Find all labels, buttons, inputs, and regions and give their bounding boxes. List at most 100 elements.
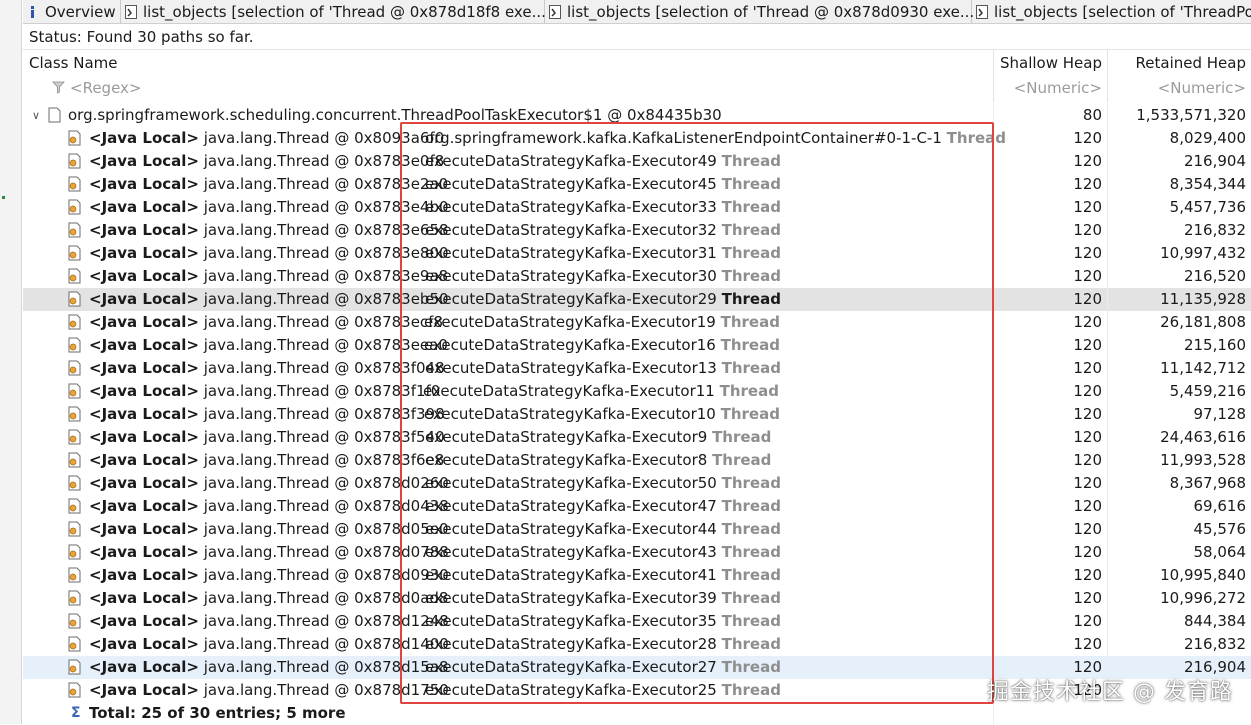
thread-name-text: executeDataStrategyKafka-Executor41: [425, 566, 717, 584]
thread-row[interactable]: <Java Local> java.lang.Thread @ 0x878d0a…: [23, 587, 1251, 610]
class-name-cell: <Java Local> java.lang.Thread @ 0x8783e0…: [23, 150, 994, 173]
retained-heap-cell: 8,367,968: [1169, 474, 1246, 492]
thread-kind: Thread: [720, 405, 780, 423]
tab-list-objects-1[interactable]: list_objects [selection of 'Thread @ 0x8…: [121, 0, 546, 23]
thread-name: executeDataStrategyKafka-Executor11 Thre…: [423, 380, 779, 403]
retained-heap-cell: 844,384: [1183, 612, 1246, 630]
shallow-heap-cell: 120: [994, 334, 1108, 357]
column-class-name[interactable]: Class Name <Regex>: [23, 50, 994, 103]
class-name-cell: <Java Local> java.lang.Thread @ 0x878d07…: [23, 541, 994, 564]
thread-row[interactable]: <Java Local> java.lang.Thread @ 0x8783f0…: [23, 357, 1251, 380]
thread-name: executeDataStrategyKafka-Executor25 Thre…: [425, 679, 781, 702]
total-label: Total: 25 of 30 entries; 5 more: [89, 704, 346, 722]
thread-row[interactable]: <Java Local> java.lang.Thread @ 0x8093a6…: [23, 127, 1251, 150]
object-address: java.lang.Thread @ 0x878d0788: [203, 543, 449, 561]
left-gutter: [0, 0, 22, 724]
thread-row[interactable]: <Java Local> java.lang.Thread @ 0x8783e0…: [23, 150, 1251, 173]
object-address: java.lang.Thread @ 0x8783f1f0: [203, 382, 441, 400]
tab-list-objects-2[interactable]: list_objects [selection of 'Thread @ 0x8…: [545, 0, 974, 23]
thread-kind: Thread: [719, 382, 779, 400]
retained-heap-filter[interactable]: <Numeric>: [1158, 79, 1246, 97]
retained-heap-cell: 11,993,528: [1160, 451, 1246, 469]
tab-list-objects-3[interactable]: list_objects [selection of 'ThreadPo: [972, 0, 1251, 23]
thread-row[interactable]: <Java Local> java.lang.Thread @ 0x8783f3…: [23, 403, 1251, 426]
reference-type: <Java Local>: [89, 635, 199, 653]
row-text: <Java Local> java.lang.Thread @ 0x878d17…: [89, 679, 449, 702]
thread-row[interactable]: <Java Local> java.lang.Thread @ 0x8783e6…: [23, 219, 1251, 242]
thread-row[interactable]: <Java Local> java.lang.Thread @ 0x878d04…: [23, 495, 1251, 518]
object-address: java.lang.Thread @ 0x878d1248: [203, 612, 449, 630]
sum-icon: Σ: [71, 705, 81, 721]
thread-row[interactable]: <Java Local> java.lang.Thread @ 0x878d02…: [23, 472, 1251, 495]
thread-row[interactable]: <Java Local> java.lang.Thread @ 0x8783f6…: [23, 449, 1251, 472]
thread-kind: Thread: [712, 451, 772, 469]
thread-object-icon: [68, 176, 81, 192]
thread-name: executeDataStrategyKafka-Executor28 Thre…: [425, 633, 781, 656]
retained-heap-cell: 11,135,928: [1108, 288, 1251, 311]
object-address: java.lang.Thread @ 0x8783e658: [203, 221, 449, 239]
retained-heap-cell: 24,463,616: [1160, 428, 1246, 446]
thread-row[interactable]: <Java Local> java.lang.Thread @ 0x878d05…: [23, 518, 1251, 541]
thread-row[interactable]: <Java Local> java.lang.Thread @ 0x878d09…: [23, 564, 1251, 587]
retained-heap-cell: 69,616: [1193, 497, 1247, 515]
thread-name: executeDataStrategyKafka-Executor35 Thre…: [425, 610, 781, 633]
thread-kind: Thread: [721, 658, 781, 676]
retained-heap-cell: 8,029,400: [1169, 129, 1246, 147]
tree-root-row[interactable]: ∨ org.springframework.scheduling.concurr…: [23, 104, 1251, 127]
thread-row[interactable]: <Java Local> java.lang.Thread @ 0x8783f1…: [23, 380, 1251, 403]
thread-kind: Thread: [720, 336, 780, 354]
thread-object-icon: [68, 153, 81, 169]
thread-object-icon: [68, 337, 81, 353]
row-text: <Java Local> java.lang.Thread @ 0x8783e6…: [89, 219, 449, 242]
thread-row[interactable]: <Java Local> java.lang.Thread @ 0x878d07…: [23, 541, 1251, 564]
class-name-cell: <Java Local> java.lang.Thread @ 0x878d12…: [23, 610, 994, 633]
reference-type: <Java Local>: [89, 589, 199, 607]
thread-row[interactable]: <Java Local> java.lang.Thread @ 0x8783e9…: [23, 265, 1251, 288]
class-name-filter[interactable]: <Regex>: [70, 79, 141, 97]
object-address: java.lang.Thread @ 0x878d15a8: [203, 658, 449, 676]
thread-name: executeDataStrategyKafka-Executor29 Thre…: [425, 288, 781, 311]
row-text: <Java Local> java.lang.Thread @ 0x878d15…: [89, 656, 449, 679]
reference-type: <Java Local>: [89, 175, 199, 193]
main-panel: Overview list_objects [selection of 'Thr…: [23, 0, 1251, 725]
column-title: Class Name: [29, 54, 118, 72]
thread-row[interactable]: <Java Local> java.lang.Thread @ 0x8783e2…: [23, 173, 1251, 196]
expand-toggle-icon[interactable]: ∨: [32, 104, 40, 127]
thread-row[interactable]: <Java Local> java.lang.Thread @ 0x8783e4…: [23, 196, 1251, 219]
column-retained-heap[interactable]: Retained Heap <Numeric>: [1108, 50, 1251, 103]
tab-label: list_objects [selection of 'ThreadPo: [994, 3, 1251, 21]
thread-name: executeDataStrategyKafka-Executor33 Thre…: [425, 196, 781, 219]
query-icon: [549, 5, 561, 19]
reference-type: <Java Local>: [89, 474, 199, 492]
shallow-heap-cell: 120: [994, 564, 1108, 587]
thread-row[interactable]: <Java Local> java.lang.Thread @ 0x8783eb…: [23, 288, 1251, 311]
thread-row[interactable]: <Java Local> java.lang.Thread @ 0x8783ee…: [23, 334, 1251, 357]
thread-row[interactable]: <Java Local> java.lang.Thread @ 0x8783ec…: [23, 311, 1251, 334]
thread-name-text: executeDataStrategyKafka-Executor30: [425, 267, 717, 285]
thread-name-text: executeDataStrategyKafka-Executor25: [425, 681, 717, 699]
row-text: <Java Local> java.lang.Thread @ 0x878d07…: [89, 541, 449, 564]
thread-rows: <Java Local> java.lang.Thread @ 0x8093a6…: [23, 127, 1251, 702]
row-text: <Java Local> java.lang.Thread @ 0x878d0a…: [89, 587, 448, 610]
thread-kind: Thread: [721, 290, 781, 308]
object-address: java.lang.Thread @ 0x8783eb50: [203, 290, 449, 308]
thread-row[interactable]: <Java Local> java.lang.Thread @ 0x8783e8…: [23, 242, 1251, 265]
thread-name-text: executeDataStrategyKafka-Executor27: [425, 658, 717, 676]
thread-name: executeDataStrategyKafka-Executor32 Thre…: [425, 219, 781, 242]
shallow-heap-cell: 120: [994, 541, 1108, 564]
thread-name: executeDataStrategyKafka-Executor44 Thre…: [425, 518, 781, 541]
retained-heap-cell: 10,995,840: [1160, 566, 1246, 584]
thread-object-icon: [68, 498, 81, 514]
thread-kind: Thread: [721, 359, 781, 377]
thread-name-text: executeDataStrategyKafka-Executor28: [425, 635, 717, 653]
thread-row[interactable]: <Java Local> java.lang.Thread @ 0x878d14…: [23, 633, 1251, 656]
tab-overview[interactable]: Overview: [23, 0, 121, 23]
retained-heap-cell: 5,459,216: [1169, 382, 1246, 400]
column-shallow-heap[interactable]: Shallow Heap <Numeric>: [994, 50, 1108, 103]
thread-name: executeDataStrategyKafka-Executor9 Threa…: [425, 426, 771, 449]
tab-label: Overview: [45, 3, 116, 21]
shallow-heap-cell: 120: [994, 610, 1108, 633]
thread-row[interactable]: <Java Local> java.lang.Thread @ 0x8783f5…: [23, 426, 1251, 449]
thread-row[interactable]: <Java Local> java.lang.Thread @ 0x878d12…: [23, 610, 1251, 633]
shallow-heap-filter[interactable]: <Numeric>: [1014, 79, 1102, 97]
